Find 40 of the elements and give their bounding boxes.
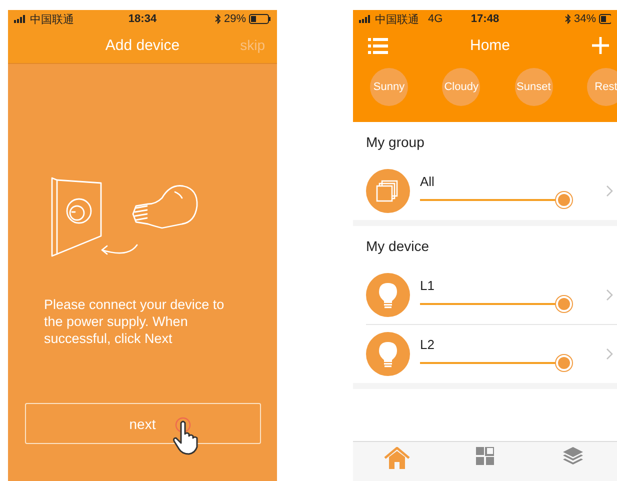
lightbulb-icon <box>366 273 410 317</box>
slider-thumb[interactable] <box>556 296 572 312</box>
scene-button[interactable]: Cloudy <box>442 68 480 106</box>
carrier-name: 中国联通 <box>375 12 419 26</box>
grid-tab-icon[interactable] <box>476 447 494 465</box>
battery-percent: 29% <box>224 13 246 25</box>
light-name: All <box>420 174 436 188</box>
scene-button[interactable]: Rest <box>586 68 617 106</box>
slider-thumb[interactable] <box>556 192 572 208</box>
chevron-right-icon[interactable] <box>606 185 613 197</box>
light-name: L1 <box>420 278 436 292</box>
scene-button[interactable]: Sunny <box>370 68 408 106</box>
group-icon <box>366 169 410 213</box>
battery-icon <box>599 14 611 24</box>
screen-title: Add device <box>105 37 180 54</box>
layers-tab-icon[interactable] <box>563 447 583 465</box>
battery-percent: 34% <box>574 13 596 25</box>
lightbulb-icon <box>366 332 410 376</box>
section-heading: My device <box>365 237 430 256</box>
next-button[interactable]: next <box>24 403 260 444</box>
clock-time: 18:34 <box>128 13 157 25</box>
menu-icon[interactable] <box>368 38 388 54</box>
network-type: 4G <box>428 13 443 25</box>
clock-time: 17:48 <box>470 13 500 25</box>
bluetooth-icon <box>564 14 571 24</box>
add-icon[interactable] <box>592 37 609 54</box>
carrier-name: 中国联通 <box>30 12 74 26</box>
chevron-right-icon[interactable] <box>606 348 613 360</box>
section-heading: My group <box>365 133 426 152</box>
chevron-right-icon[interactable] <box>606 289 613 301</box>
light-name: L2 <box>420 336 436 352</box>
bluetooth-icon <box>214 14 221 24</box>
battery-icon <box>249 14 271 24</box>
instruction-text: Please connect your device to the power supply. When successful, click Next <box>43 296 226 347</box>
signal-icon <box>359 15 372 23</box>
home-tab-icon[interactable] <box>384 447 410 469</box>
slider-thumb[interactable] <box>556 354 572 370</box>
signal-icon <box>14 15 27 23</box>
screen-title: Home <box>470 37 510 54</box>
scene-button[interactable]: Sunset <box>514 68 553 106</box>
